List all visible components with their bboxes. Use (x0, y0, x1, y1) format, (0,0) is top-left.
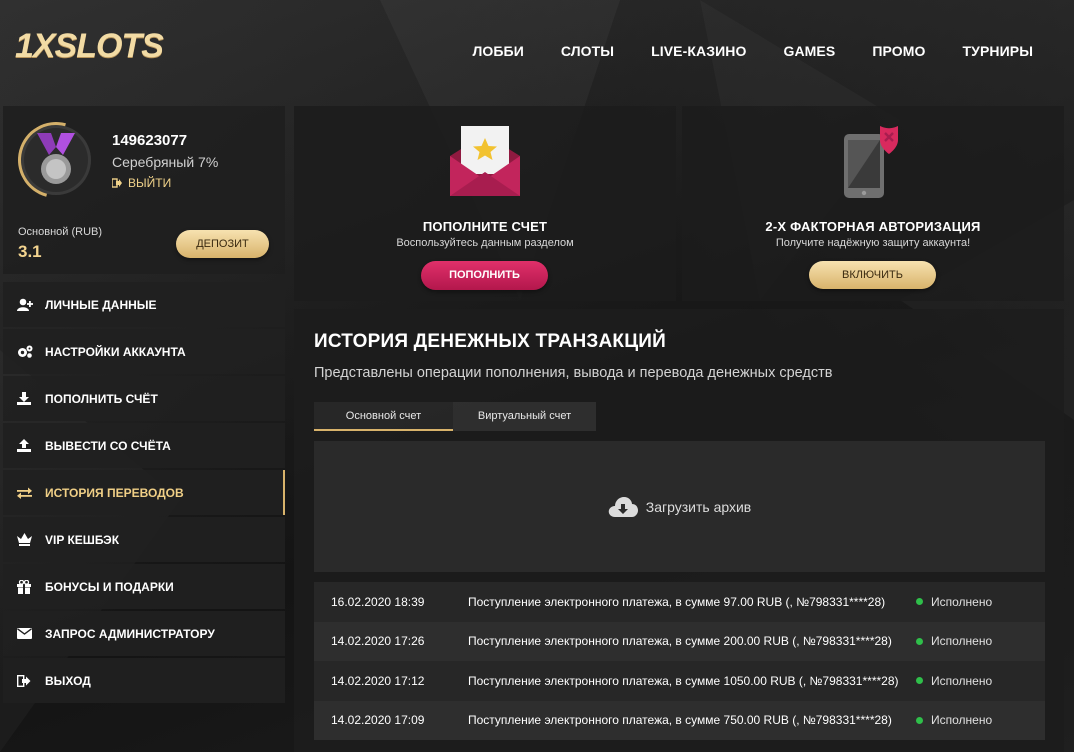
logout-icon (112, 178, 122, 188)
deposit-button[interactable]: ДЕПОЗИТ (176, 230, 269, 258)
row-date: 14.02.2020 17:12 (331, 673, 425, 688)
row-date: 14.02.2020 17:26 (331, 634, 425, 649)
phone-shield-illustration (682, 126, 1064, 200)
page-subtitle: Представлены операции пополнения, вывода… (314, 365, 833, 381)
deposit-card-button[interactable]: ПОПОЛНИТЬ (421, 261, 548, 290)
status-dot (916, 598, 923, 606)
sidebar-item-account-settings[interactable]: НАСТРОЙКИ АККАУНТА (3, 329, 285, 374)
cloud-download-icon (608, 496, 638, 517)
deposit-promo-card: ПОПОЛНИТЕ СЧЕТ Воспользуйтесь данным раз… (294, 106, 676, 301)
sidebar-item-withdraw[interactable]: ВЫВЕСТИ СО СЧЁТА (3, 423, 285, 468)
gift-icon (17, 579, 37, 594)
table-row: 14.02.2020 17:12 Поступление электронног… (314, 661, 1045, 701)
nav-slots[interactable]: СЛОТЫ (561, 43, 614, 59)
row-description: Поступление электронного платежа, в сумм… (468, 713, 892, 728)
table-row: 14.02.2020 17:26 Поступление электронног… (314, 621, 1045, 661)
enable-two-factor-button[interactable]: ВКЛЮЧИТЬ (809, 261, 936, 289)
nav-lobby[interactable]: ЛОББИ (472, 43, 523, 59)
balance-label: Основной (RUB) (18, 226, 103, 238)
status-label: Исполнено (931, 594, 993, 609)
two-factor-card: 2-Х ФАКТОРНАЯ АВТОРИЗАЦИЯ Получите надёж… (682, 106, 1064, 301)
main-nav: ЛОББИ СЛОТЫ LIVE-КАЗИНО GAMES ПРОМО ТУРН… (435, 43, 1033, 59)
sidebar-item-bonuses[interactable]: БОНУСЫ И ПОДАРКИ (3, 564, 285, 609)
row-description: Поступление электронного платежа, в сумм… (468, 594, 886, 609)
deposit-card-title: ПОПОЛНИТЕ СЧЕТ (422, 219, 548, 234)
table-row: 16.02.2020 18:39 Поступление электронног… (314, 582, 1045, 622)
account-tabs: Основной счет Виртуальный счет (314, 402, 596, 431)
logout-label: ВЫЙТИ (128, 176, 172, 190)
user-add-icon (17, 298, 37, 311)
profile-panel: 149623077 Серебряный 7% ВЫЙТИ Основной (… (3, 106, 285, 274)
row-status: Исполнено (916, 634, 992, 648)
sidebar-item-label: VIP КЕШБЭК (45, 532, 120, 547)
status-label: Исполнено (931, 713, 993, 728)
transaction-history-panel: ИСТОРИЯ ДЕНЕЖНЫХ ТРАНЗАКЦИЙ Представлены… (294, 309, 1064, 752)
top-header: 1XSLOTS ЛОББИ СЛОТЫ LIVE-КАЗИНО GAMES ПР… (3, 3, 1071, 97)
nav-live-casino[interactable]: LIVE-КАЗИНО (651, 43, 746, 59)
table-row: 14.02.2020 17:09 Поступление электронног… (314, 700, 1045, 740)
sidebar-item-personal-data[interactable]: ЛИЧНЫЕ ДАННЫЕ (3, 282, 285, 327)
crown-icon (17, 533, 37, 546)
envelope-icon (17, 628, 37, 639)
gears-icon (17, 345, 37, 358)
sidebar-item-label: НАСТРОЙКИ АККАУНТА (45, 344, 186, 359)
sidebar-item-label: ИСТОРИЯ ПЕРЕВОДОВ (45, 485, 184, 500)
site-logo[interactable]: 1XSLOTS (15, 27, 164, 66)
sidebar-item-label: ПОПОЛНИТЬ СЧЁТ (45, 391, 158, 406)
sidebar-item-vip-cashback[interactable]: VIP КЕШБЭК (3, 517, 285, 562)
row-date: 16.02.2020 18:39 (331, 594, 425, 609)
status-dot (916, 716, 923, 724)
nav-promo[interactable]: ПРОМО (872, 43, 925, 59)
deposit-card-subtitle: Воспользуйтесь данным разделом (396, 237, 574, 249)
phone-shield-icon (844, 126, 898, 198)
account-menu: ЛИЧНЫЕ ДАННЫЕ НАСТРОЙКИ АККАУНТА ПОПОЛНИ… (3, 282, 285, 705)
medal-avatar (4, 108, 108, 212)
balance-value: 3.1 (18, 242, 42, 261)
page-title: ИСТОРИЯ ДЕНЕЖНЫХ ТРАНЗАКЦИЙ (314, 331, 666, 352)
silver-medal-icon (37, 133, 75, 184)
status-dot (916, 677, 923, 685)
sidebar-item-label: ВЫХОД (45, 673, 91, 688)
transaction-table: 16.02.2020 18:39 Поступление электронног… (314, 582, 1045, 740)
row-description: Поступление электронного платежа, в сумм… (468, 673, 899, 688)
vip-level: Серебряный 7% (112, 154, 219, 170)
row-status: Исполнено (916, 713, 992, 727)
sidebar-item-label: БОНУСЫ И ПОДАРКИ (45, 579, 174, 594)
two-factor-card-title: 2-Х ФАКТОРНАЯ АВТОРИЗАЦИЯ (765, 219, 981, 234)
sidebar-item-label: ВЫВЕСТИ СО СЧЁТА (45, 438, 171, 453)
nav-tournaments[interactable]: ТУРНИРЫ (962, 43, 1033, 59)
tab-virtual-account[interactable]: Виртуальный счет (453, 402, 596, 431)
logout-icon (17, 674, 37, 687)
envelope-star-icon (450, 126, 520, 196)
download-archive-label: Загрузить архив (645, 498, 752, 515)
sidebar-item-transfer-history[interactable]: ИСТОРИЯ ПЕРЕВОДОВ (3, 470, 285, 515)
transfer-icon (17, 487, 37, 499)
download-icon (17, 392, 37, 405)
row-description: Поступление электронного платежа, в сумм… (468, 634, 892, 649)
row-date: 14.02.2020 17:09 (331, 713, 425, 728)
tab-main-account[interactable]: Основной счет (314, 402, 453, 431)
user-id: 149623077 (112, 132, 188, 149)
sidebar-item-deposit[interactable]: ПОПОЛНИТЬ СЧЁТ (3, 376, 285, 421)
status-label: Исполнено (931, 673, 993, 688)
sidebar-item-label: ЛИЧНЫЕ ДАННЫЕ (45, 297, 157, 312)
sidebar-item-admin-request[interactable]: ЗАПРОС АДМИНИСТРАТОРУ (3, 611, 285, 656)
envelope-star-illustration (294, 126, 676, 200)
status-dot (916, 637, 923, 645)
status-label: Исполнено (931, 634, 993, 649)
sidebar-item-logout[interactable]: ВЫХОД (3, 658, 285, 703)
sidebar-item-label: ЗАПРОС АДМИНИСТРАТОРУ (45, 626, 215, 641)
row-status: Исполнено (916, 674, 992, 688)
two-factor-card-subtitle: Получите надёжную защиту аккаунта! (775, 237, 971, 249)
logout-link[interactable]: ВЫЙТИ (112, 176, 171, 190)
nav-games[interactable]: GAMES (783, 43, 835, 59)
download-archive-button[interactable]: Загрузить архив (314, 441, 1045, 572)
row-status: Исполнено (916, 595, 992, 609)
upload-icon (17, 439, 37, 452)
